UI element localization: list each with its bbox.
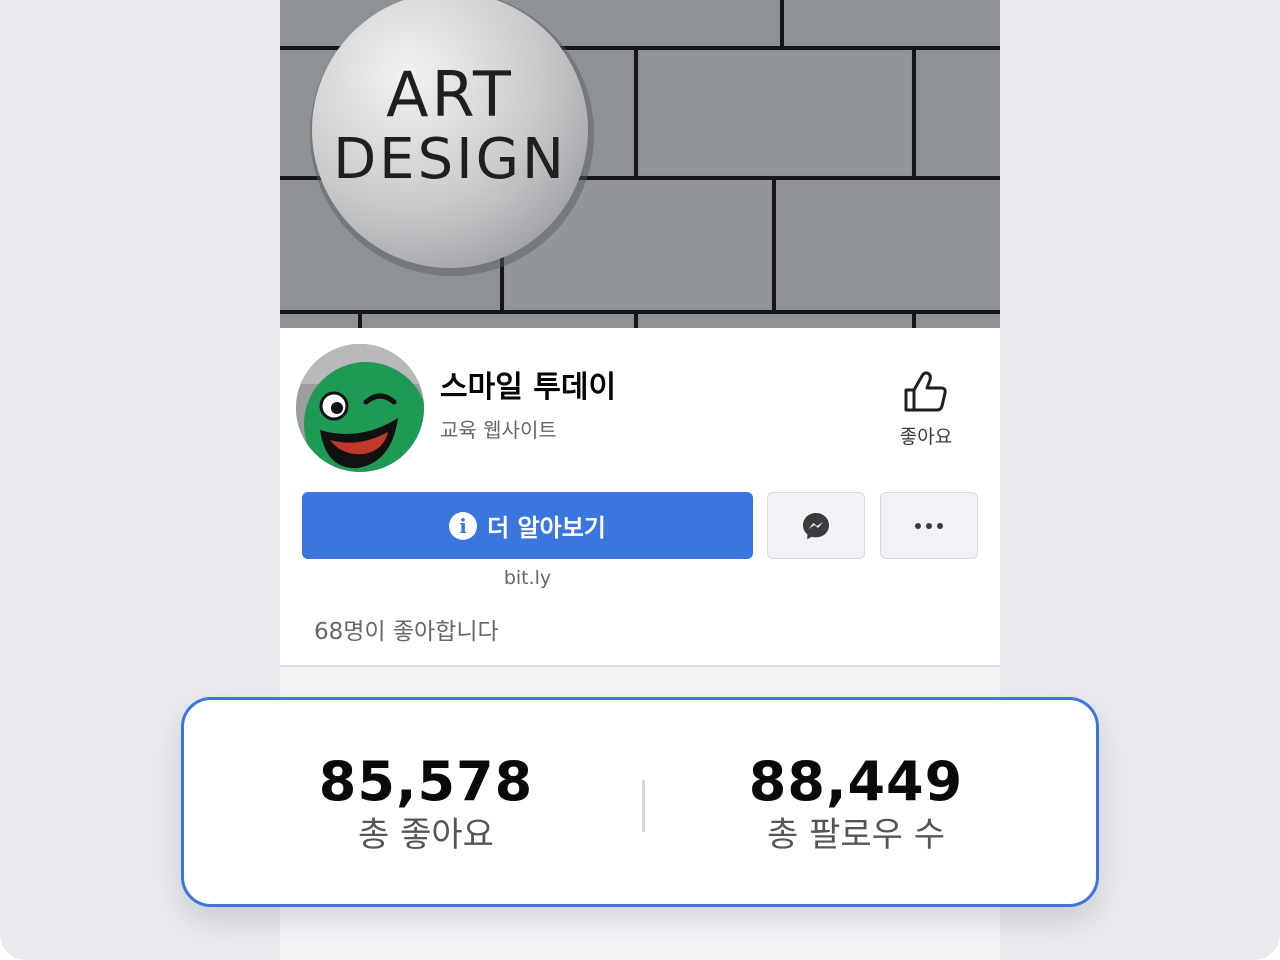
stats-separator <box>642 780 645 832</box>
page-name: 스마일 투데이 <box>440 370 617 405</box>
likes-summary[interactable]: 68명이 좋아합니다 <box>314 612 499 646</box>
page-category: 교육 웹사이트 <box>440 418 557 442</box>
total-followers-value: 88,449 <box>748 750 964 813</box>
cover-logo-line-2: DESIGN <box>333 127 567 192</box>
total-likes-label: 총 좋아요 <box>358 815 494 855</box>
app-frame: ART DESIGN 스마일 투데이 교육 웹사이트 좋아요 i 더 알아보기 … <box>0 0 1280 960</box>
messenger-button[interactable] <box>767 492 865 559</box>
like-page-button[interactable]: 좋아요 <box>884 370 968 460</box>
cover-logo-line-1: ART <box>386 58 514 131</box>
learn-more-label: 더 알아보기 <box>487 514 606 542</box>
learn-more-button[interactable]: i 더 알아보기 <box>302 492 753 559</box>
cover-photo: ART DESIGN <box>280 0 1000 328</box>
profile-avatar[interactable] <box>296 344 424 472</box>
more-options-button[interactable] <box>880 492 978 559</box>
total-likes-value: 85,578 <box>318 750 534 813</box>
link-caption[interactable]: bit.ly <box>302 567 753 589</box>
like-page-label: 좋아요 <box>899 426 953 448</box>
total-followers-stat: 88,449 총 팔로우 수 <box>646 750 1066 856</box>
more-icon <box>915 522 943 529</box>
messenger-icon <box>803 512 829 539</box>
total-likes-stat: 85,578 총 좋아요 <box>216 750 636 856</box>
info-icon: i <box>449 511 478 540</box>
total-followers-label: 총 팔로우 수 <box>766 815 945 855</box>
thumbs-up-icon <box>904 371 947 412</box>
stats-card: 85,578 총 좋아요 88,449 총 팔로우 수 <box>181 697 1099 907</box>
